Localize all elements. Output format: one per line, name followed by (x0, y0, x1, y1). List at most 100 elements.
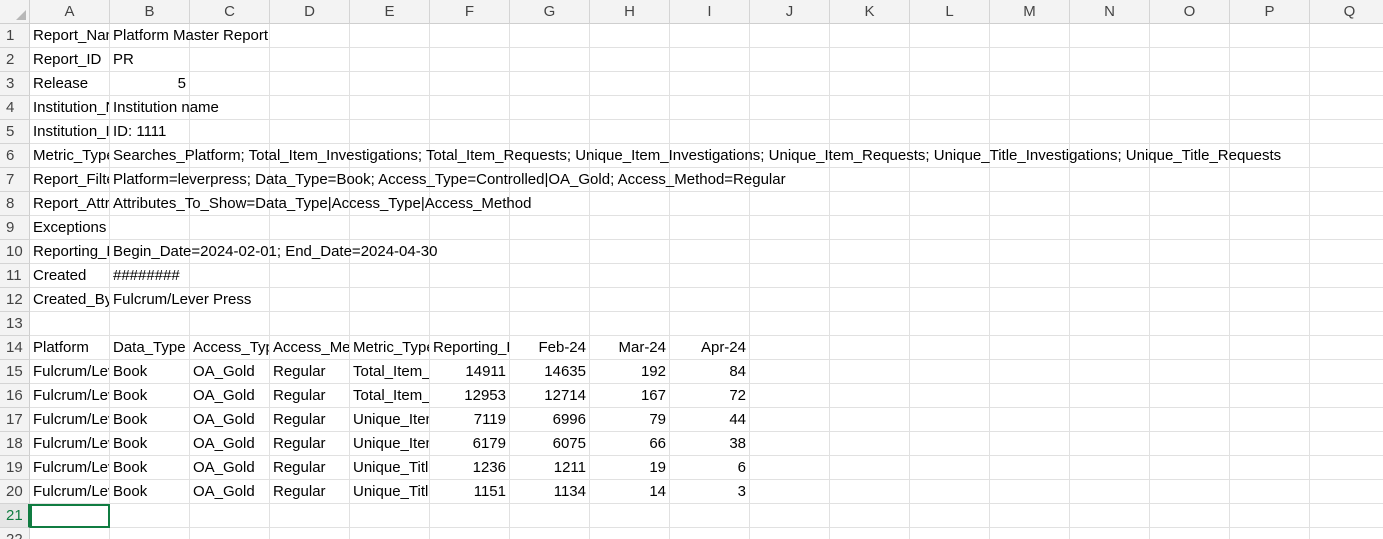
cell-i2[interactable] (670, 48, 750, 72)
cell-c5[interactable] (190, 120, 270, 144)
cell-l19[interactable] (910, 456, 990, 480)
cell-j3[interactable] (750, 72, 830, 96)
cell-f11[interactable] (430, 264, 510, 288)
row-header-2[interactable]: 2 (0, 48, 30, 72)
cell-o17[interactable] (1150, 408, 1230, 432)
cell-n5[interactable] (1070, 120, 1150, 144)
cell-i19[interactable]: 6 (670, 456, 750, 480)
cell-d15[interactable]: Regular (270, 360, 350, 384)
cell-o12[interactable] (1150, 288, 1230, 312)
cell-j19[interactable] (750, 456, 830, 480)
cell-f13[interactable] (430, 312, 510, 336)
cell-q1[interactable] (1310, 24, 1383, 48)
cell-d14[interactable]: Access_Method (270, 336, 350, 360)
cell-q18[interactable] (1310, 432, 1383, 456)
row-header-4[interactable]: 4 (0, 96, 30, 120)
cell-d18[interactable]: Regular (270, 432, 350, 456)
cell-i22[interactable] (670, 528, 750, 539)
cell-k7[interactable] (830, 168, 910, 192)
cell-d1[interactable] (270, 24, 350, 48)
cell-b17[interactable]: Book (110, 408, 190, 432)
column-header-b[interactable]: B (110, 0, 190, 24)
cell-b14[interactable]: Data_Type (110, 336, 190, 360)
cell-d21[interactable] (270, 504, 350, 528)
cell-q14[interactable] (1310, 336, 1383, 360)
cell-c17[interactable]: OA_Gold (190, 408, 270, 432)
cell-g12[interactable] (510, 288, 590, 312)
cell-l15[interactable] (910, 360, 990, 384)
cell-g17[interactable]: 6996 (510, 408, 590, 432)
cell-g14[interactable]: Feb-24 (510, 336, 590, 360)
cell-m13[interactable] (990, 312, 1070, 336)
cell-k9[interactable] (830, 216, 910, 240)
row-header-10[interactable]: 10 (0, 240, 30, 264)
cell-m12[interactable] (990, 288, 1070, 312)
cell-b18[interactable]: Book (110, 432, 190, 456)
cell-o20[interactable] (1150, 480, 1230, 504)
cell-l18[interactable] (910, 432, 990, 456)
cell-i8[interactable] (670, 192, 750, 216)
cell-q12[interactable] (1310, 288, 1383, 312)
column-header-m[interactable]: M (990, 0, 1070, 24)
cell-h3[interactable] (590, 72, 670, 96)
cell-n9[interactable] (1070, 216, 1150, 240)
cell-b22[interactable] (110, 528, 190, 539)
cell-n15[interactable] (1070, 360, 1150, 384)
cell-b11[interactable]: ######## (110, 264, 190, 288)
cell-o16[interactable] (1150, 384, 1230, 408)
cell-c20[interactable]: OA_Gold (190, 480, 270, 504)
cell-b10[interactable]: Begin_Date=2024-02-01; End_Date=2024-04-… (110, 240, 437, 264)
cell-f3[interactable] (430, 72, 510, 96)
cell-g1[interactable] (510, 24, 590, 48)
cell-h13[interactable] (590, 312, 670, 336)
cell-k4[interactable] (830, 96, 910, 120)
cell-l4[interactable] (910, 96, 990, 120)
cell-p8[interactable] (1230, 192, 1310, 216)
spreadsheet-grid[interactable]: ABCDEFGHIJKLMNOPQ1Report_NamePlatform Ma… (0, 0, 1383, 539)
cell-k14[interactable] (830, 336, 910, 360)
row-header-14[interactable]: 14 (0, 336, 30, 360)
cell-l16[interactable] (910, 384, 990, 408)
cell-f18[interactable]: 6179 (430, 432, 510, 456)
cell-q6[interactable] (1310, 144, 1383, 168)
cell-c16[interactable]: OA_Gold (190, 384, 270, 408)
cell-o4[interactable] (1150, 96, 1230, 120)
cell-f21[interactable] (430, 504, 510, 528)
cell-n22[interactable] (1070, 528, 1150, 539)
cell-j14[interactable] (750, 336, 830, 360)
cell-e17[interactable]: Unique_Item_Investigations (350, 408, 430, 432)
cell-g10[interactable] (510, 240, 590, 264)
cell-o11[interactable] (1150, 264, 1230, 288)
cell-q5[interactable] (1310, 120, 1383, 144)
cell-g21[interactable] (510, 504, 590, 528)
column-header-c[interactable]: C (190, 0, 270, 24)
cell-j5[interactable] (750, 120, 830, 144)
cell-i4[interactable] (670, 96, 750, 120)
cell-i21[interactable] (670, 504, 750, 528)
cell-i10[interactable] (670, 240, 750, 264)
cell-i11[interactable] (670, 264, 750, 288)
cell-m2[interactable] (990, 48, 1070, 72)
cell-f1[interactable] (430, 24, 510, 48)
cell-g20[interactable]: 1134 (510, 480, 590, 504)
column-header-p[interactable]: P (1230, 0, 1310, 24)
cell-c9[interactable] (190, 216, 270, 240)
cell-p5[interactable] (1230, 120, 1310, 144)
cell-n2[interactable] (1070, 48, 1150, 72)
cell-d19[interactable]: Regular (270, 456, 350, 480)
cell-n3[interactable] (1070, 72, 1150, 96)
cell-f22[interactable] (430, 528, 510, 539)
column-header-l[interactable]: L (910, 0, 990, 24)
cell-j20[interactable] (750, 480, 830, 504)
cell-n11[interactable] (1070, 264, 1150, 288)
cell-i17[interactable]: 44 (670, 408, 750, 432)
cell-h8[interactable] (590, 192, 670, 216)
cell-d4[interactable] (270, 96, 350, 120)
cell-c3[interactable] (190, 72, 270, 96)
cell-o15[interactable] (1150, 360, 1230, 384)
cell-c13[interactable] (190, 312, 270, 336)
cell-b21[interactable] (110, 504, 190, 528)
cell-i15[interactable]: 84 (670, 360, 750, 384)
row-header-18[interactable]: 18 (0, 432, 30, 456)
row-header-3[interactable]: 3 (0, 72, 30, 96)
